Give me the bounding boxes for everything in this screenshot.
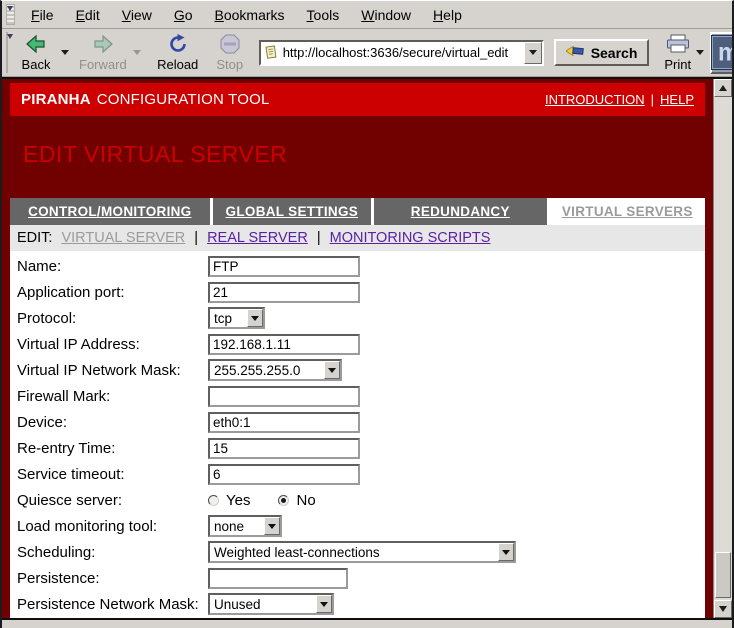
menu-go[interactable]: Go (163, 1, 204, 28)
service-timeout-field[interactable] (208, 464, 360, 485)
stop-icon (220, 34, 240, 57)
device-field[interactable] (208, 412, 360, 433)
virtual-ip-network-mask-select[interactable]: 255.255.255.0 (208, 359, 342, 381)
menu-window[interactable]: Window (350, 1, 422, 28)
mozilla-logo-icon: m (712, 36, 734, 69)
subnav-separator: | (194, 230, 198, 246)
app-header-bar: PIRANHACONFIGURATION TOOL INTRODUCTION |… (10, 83, 705, 116)
quiesce-yes-radio[interactable] (208, 495, 219, 506)
virtual-ip-address-field[interactable] (208, 334, 360, 355)
re-entry-time-field[interactable] (208, 438, 360, 459)
vertical-scrollbar (713, 79, 732, 618)
chevron-down-icon (498, 543, 514, 561)
form-row: Persistence: (10, 565, 705, 591)
content-panel: CONTROL/MONITORING GLOBAL SETTINGS REDUN… (10, 198, 705, 618)
print-button[interactable]: Print (661, 34, 694, 72)
scroll-down-button[interactable] (714, 600, 732, 618)
chevron-down-icon (247, 309, 263, 327)
window-bottom-frame (2, 620, 732, 628)
app-title: PIRANHACONFIGURATION TOOL (21, 91, 270, 108)
application-port-field[interactable] (208, 282, 360, 303)
tab-global-settings[interactable]: GLOBAL SETTINGS (213, 198, 371, 225)
subnav-virtual-server-current: VIRTUAL SERVER (61, 230, 185, 246)
reload-button[interactable]: Reload (155, 31, 201, 75)
quiesce-no-radio[interactable] (278, 495, 289, 506)
browser-content: PIRANHACONFIGURATION TOOL INTRODUCTION |… (2, 77, 732, 620)
form-row: Re-entry Time: (10, 435, 705, 461)
menu-tools[interactable]: Tools (296, 1, 351, 28)
forward-icon (92, 34, 114, 57)
form-row: Service timeout: (10, 461, 705, 487)
forward-button[interactable]: Forward (75, 31, 131, 75)
url-bar (259, 40, 544, 66)
tab-redundancy[interactable]: REDUNDANCY (374, 198, 547, 225)
menu-bar: File Edit View Go Bookmarks Tools Window… (2, 1, 732, 29)
form-row: Virtual IP Address: (10, 331, 705, 357)
tab-bar: CONTROL/MONITORING GLOBAL SETTINGS REDUN… (10, 198, 705, 225)
form-row: Firewall Mark: (10, 383, 705, 409)
load-monitoring-tool-select[interactable]: none (208, 515, 282, 537)
subnav-real-server-link[interactable]: REAL SERVER (207, 230, 308, 246)
search-button[interactable]: Search (554, 39, 650, 66)
form-row: Load monitoring tool: none (10, 513, 705, 539)
scroll-up-button[interactable] (714, 79, 732, 97)
arrow-down-icon (719, 606, 727, 612)
menu-file[interactable]: File (20, 1, 65, 28)
form-row: Persistence Network Mask: Unused (10, 591, 705, 617)
tab-control-monitoring[interactable]: CONTROL/MONITORING (10, 198, 210, 225)
toolbar-grippy[interactable] (6, 4, 15, 25)
menu-view[interactable]: View (111, 1, 163, 28)
forward-dropdown-arrow[interactable] (133, 50, 141, 55)
form-row: Name: (10, 253, 705, 279)
subnav-prefix: EDIT: (17, 230, 52, 246)
browser-window: File Edit View Go Bookmarks Tools Window… (0, 0, 734, 628)
tab-virtual-servers[interactable]: VIRTUAL SERVERS (550, 198, 705, 225)
subnav-monitoring-scripts-link[interactable]: MONITORING SCRIPTS (330, 230, 491, 246)
header-link-separator: | (651, 92, 654, 107)
stop-button[interactable]: Stop (207, 31, 253, 75)
page-title: EDIT VIRTUAL SERVER (23, 141, 713, 167)
back-button[interactable]: Back (13, 31, 59, 75)
reload-icon (168, 34, 188, 57)
form-row: Scheduling: Weighted least-connections (10, 539, 705, 565)
menu-help[interactable]: Help (422, 1, 473, 28)
help-link[interactable]: HELP (660, 92, 694, 107)
piranha-page: PIRANHACONFIGURATION TOOL INTRODUCTION |… (2, 79, 713, 618)
print-icon (665, 34, 691, 57)
edit-subnav: EDIT: VIRTUAL SERVER | REAL SERVER | MON… (10, 225, 705, 251)
url-history-dropdown[interactable] (524, 42, 542, 64)
menu-edit[interactable]: Edit (65, 1, 111, 28)
subnav-separator: | (317, 230, 321, 246)
scheduling-select[interactable]: Weighted least-connections (208, 541, 516, 563)
form-row: Application port: (10, 279, 705, 305)
chevron-down-icon (264, 517, 280, 535)
protocol-select[interactable]: tcp (208, 307, 265, 329)
chevron-down-icon (324, 361, 340, 379)
search-icon (566, 44, 585, 61)
arrow-up-icon (719, 85, 727, 91)
introduction-link[interactable]: INTRODUCTION (545, 92, 645, 107)
form-row: Virtual IP Network Mask: 255.255.255.0 (10, 357, 705, 383)
name-field[interactable] (208, 256, 360, 277)
toolbar-grippy[interactable] (6, 32, 8, 73)
persistence-field[interactable] (208, 568, 348, 589)
page-proxy-icon[interactable] (264, 45, 279, 60)
persistence-network-mask-select[interactable]: Unused (208, 593, 334, 615)
chevron-down-icon (316, 595, 332, 613)
url-input[interactable] (279, 45, 524, 60)
mozilla-logo-button[interactable]: m (710, 32, 734, 74)
back-icon (25, 34, 47, 57)
print-dropdown-arrow[interactable] (696, 50, 704, 55)
virtual-server-form: Name: Application port: Protocol: tcp (10, 251, 705, 618)
scrollbar-thumb[interactable] (715, 552, 731, 598)
firewall-mark-field[interactable] (208, 386, 360, 407)
form-row: Protocol: tcp (10, 305, 705, 331)
form-row: Quiesce server: Yes No (10, 487, 705, 513)
chevron-down-icon (529, 50, 537, 55)
menu-bookmarks[interactable]: Bookmarks (204, 1, 296, 28)
scrollbar-track[interactable] (714, 97, 732, 600)
form-row: Device: (10, 409, 705, 435)
navigation-toolbar: Back Forward Reload Stop (2, 29, 732, 77)
back-dropdown-arrow[interactable] (61, 50, 69, 55)
